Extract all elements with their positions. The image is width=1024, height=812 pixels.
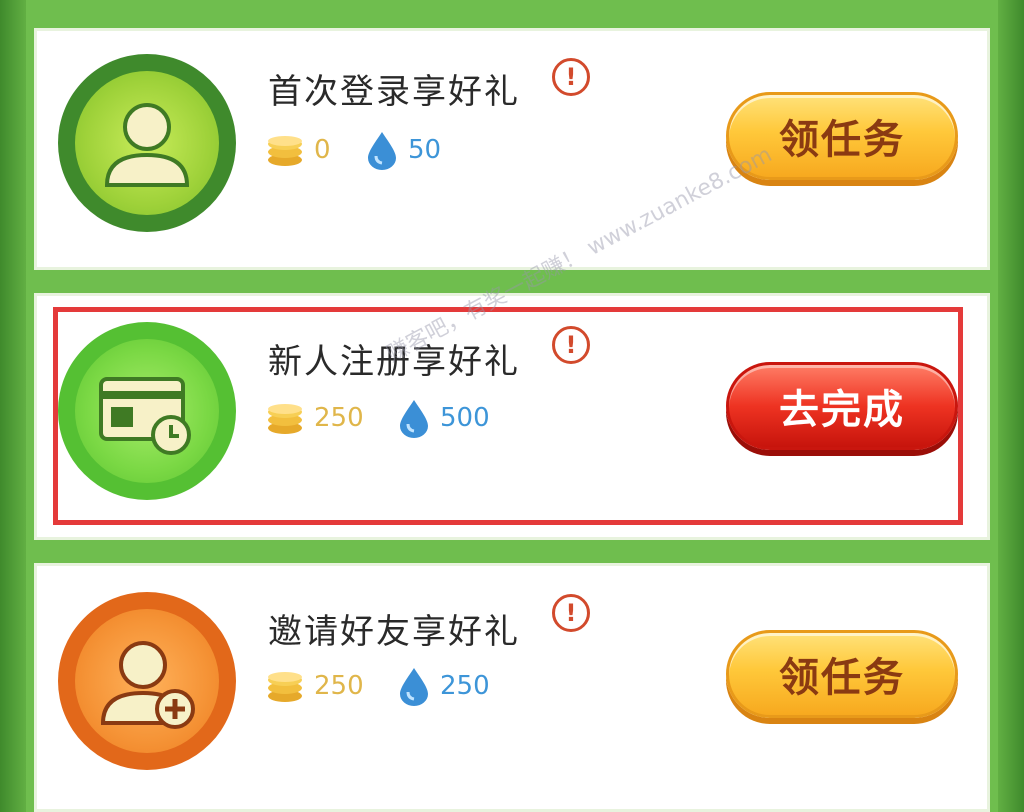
- coin-reward: 250: [266, 668, 364, 704]
- highlight-box: [53, 307, 963, 525]
- water-reward: 250: [398, 666, 490, 706]
- water-drop-icon: [400, 668, 428, 706]
- coin-reward: 0: [266, 132, 331, 168]
- water-value: 250: [440, 671, 490, 701]
- task-title: 首次登录享好礼: [268, 72, 520, 112]
- coin-stack-icon: [268, 672, 302, 702]
- task-badge: [58, 54, 236, 232]
- coin-stack-icon: [268, 136, 302, 166]
- coin-value: 250: [314, 671, 364, 701]
- water-value: 50: [408, 135, 442, 165]
- add-user-icon: [100, 641, 195, 729]
- water-reward: 50: [366, 130, 441, 170]
- alert-icon[interactable]: !: [552, 594, 590, 632]
- coin-value: 0: [314, 135, 331, 165]
- task-badge: [58, 592, 236, 770]
- user-icon: [104, 103, 190, 187]
- alert-icon[interactable]: !: [552, 58, 590, 96]
- claim-task-button[interactable]: 领任务: [726, 630, 958, 718]
- water-drop-icon: [368, 132, 396, 170]
- task-title: 邀请好友享好礼: [268, 612, 520, 652]
